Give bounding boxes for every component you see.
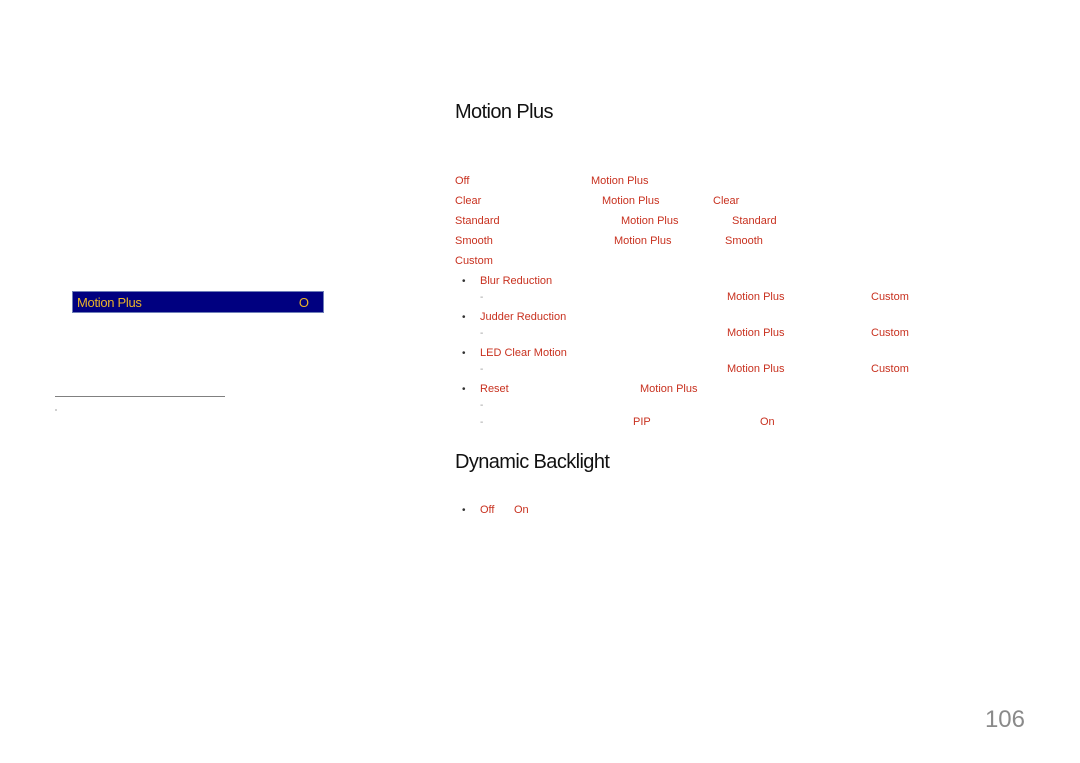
judder-reduction-ref: Motion Plus	[727, 327, 785, 339]
custom-item-blur-reduction: Blur Reduction	[480, 275, 553, 287]
option-standard: Standard	[455, 215, 500, 227]
reset-note-pip: PIP	[633, 416, 651, 428]
bullet-icon: •	[462, 276, 466, 287]
option-standard-ref-value: Standard	[732, 215, 777, 227]
option-clear: Clear	[455, 195, 482, 207]
option-off: Off	[455, 175, 470, 187]
note-dash: -	[480, 292, 484, 303]
osd-menu-bar: Motion Plus O	[72, 291, 324, 313]
led-clear-motion-ref-value: Custom	[871, 363, 909, 375]
option-clear-ref-value: Clear	[713, 195, 740, 207]
note-dash: -	[480, 364, 484, 375]
judder-reduction-ref-value: Custom	[871, 327, 909, 339]
section-title-motion-plus: Motion Plus	[455, 101, 554, 123]
note-dash: -	[480, 417, 484, 428]
option-smooth: Smooth	[455, 235, 493, 247]
bullet-icon: •	[462, 312, 466, 323]
reset-item: Reset	[480, 383, 509, 395]
option-smooth-ref-value: Smooth	[725, 235, 763, 247]
custom-item-led-clear-motion: LED Clear Motion	[480, 347, 567, 359]
bullet-icon: •	[462, 348, 466, 359]
dynamic-backlight-option-off: Off	[480, 504, 495, 516]
footnote-divider	[55, 396, 225, 397]
bullet-icon: •	[462, 384, 466, 395]
dynamic-backlight-option-on: On	[514, 504, 529, 516]
note-dash: -	[480, 328, 484, 339]
option-clear-ref: Motion Plus	[602, 195, 660, 207]
page-number: 106	[984, 706, 1025, 733]
reset-note-on: On	[760, 416, 775, 428]
section-title-dynamic-backlight: Dynamic Backlight	[455, 451, 610, 473]
bullet-icon: •	[462, 505, 466, 516]
osd-menu-value: O	[298, 295, 309, 310]
option-off-ref: Motion Plus	[591, 175, 649, 187]
footnote-mark	[55, 409, 57, 411]
led-clear-motion-ref: Motion Plus	[727, 363, 785, 375]
blur-reduction-ref-value: Custom	[871, 291, 909, 303]
blur-reduction-ref: Motion Plus	[727, 291, 785, 303]
custom-item-judder-reduction: Judder Reduction	[480, 311, 567, 323]
note-dash: -	[480, 400, 484, 411]
option-standard-ref: Motion Plus	[621, 215, 679, 227]
osd-menu-label: Motion Plus	[77, 295, 142, 310]
reset-ref: Motion Plus	[640, 383, 698, 395]
option-custom: Custom	[455, 255, 493, 267]
option-smooth-ref: Motion Plus	[614, 235, 672, 247]
